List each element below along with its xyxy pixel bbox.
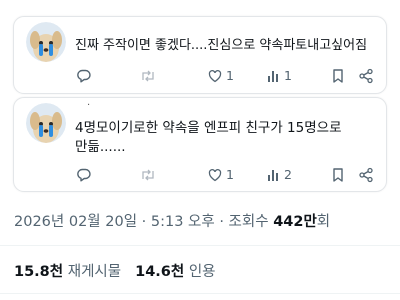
reposts-number: 15.8천 xyxy=(14,264,64,280)
views-button[interactable]: 2 xyxy=(267,167,292,183)
avatar[interactable] xyxy=(26,103,66,143)
view-count: 1 xyxy=(284,68,292,83)
divider xyxy=(0,245,400,246)
share-icon xyxy=(359,167,373,183)
reposts-stat[interactable]: 15.8천 재게시물 xyxy=(14,264,121,280)
quotes-number: 14.6천 xyxy=(135,264,185,280)
repost-icon xyxy=(142,169,154,181)
repost-button[interactable] xyxy=(139,167,157,183)
reply-text: 진짜 주작이면 좋겠다....진심으로 약속파토내고싶어짐 xyxy=(75,38,368,53)
share-icon xyxy=(359,68,373,84)
views-chart-icon xyxy=(268,170,278,181)
view-count: 2 xyxy=(284,167,292,182)
reply-button[interactable] xyxy=(76,167,92,183)
reply-button[interactable] xyxy=(76,68,92,84)
reply-icon xyxy=(77,69,91,83)
action-bar: 1 1 xyxy=(76,68,381,84)
like-button[interactable]: 1 xyxy=(207,68,234,84)
reposts-label: 재게시물 xyxy=(67,264,122,280)
heart-icon xyxy=(208,169,222,182)
post-meta: 2026년 02월 20일 · 5:13 오후 · 조회수 442만회 xyxy=(14,210,330,231)
reply-text: 4명모이기로한 약속을 엔프피 친구가 15명으로 만듦...... xyxy=(75,120,342,155)
post-datetime[interactable]: 2026년 02월 20일 · 5:13 오후 · 조회수 xyxy=(14,214,273,230)
engagement-stats: 15.8천 재게시물 14.6천 인용 xyxy=(14,260,216,281)
reply-card[interactable]: · 4명모이기로한 약속을 엔프피 친구가 15명으로 만듦...... 1 2 xyxy=(13,97,387,192)
dot-mark: · xyxy=(87,100,91,111)
bookmark-button[interactable] xyxy=(331,167,345,183)
repost-icon xyxy=(142,70,154,82)
heart-icon xyxy=(208,70,222,83)
like-button[interactable]: 1 xyxy=(207,167,234,183)
crying-dog-avatar-icon xyxy=(26,103,66,143)
quotes-stat[interactable]: 14.6천 인용 xyxy=(135,264,215,280)
repost-button[interactable] xyxy=(139,68,157,84)
quotes-label: 인용 xyxy=(188,264,216,280)
reply-card[interactable]: 진짜 주작이면 좋겠다....진심으로 약속파토내고싶어짐 1 1 xyxy=(13,16,387,94)
crying-dog-avatar-icon xyxy=(26,22,66,62)
views-chart-icon xyxy=(268,71,278,82)
action-bar: 1 2 xyxy=(76,167,381,183)
like-count: 1 xyxy=(226,68,234,83)
reply-icon xyxy=(77,168,91,182)
divider xyxy=(0,293,400,294)
views-suffix: 회 xyxy=(316,214,331,230)
avatar[interactable] xyxy=(26,22,66,62)
share-button[interactable] xyxy=(358,167,374,183)
bookmark-button[interactable] xyxy=(331,68,345,84)
bookmark-icon xyxy=(333,168,343,182)
views-number: 442만 xyxy=(273,214,317,230)
bookmark-icon xyxy=(333,69,343,83)
like-count: 1 xyxy=(226,167,234,182)
views-button[interactable]: 1 xyxy=(267,68,292,84)
share-button[interactable] xyxy=(358,68,374,84)
